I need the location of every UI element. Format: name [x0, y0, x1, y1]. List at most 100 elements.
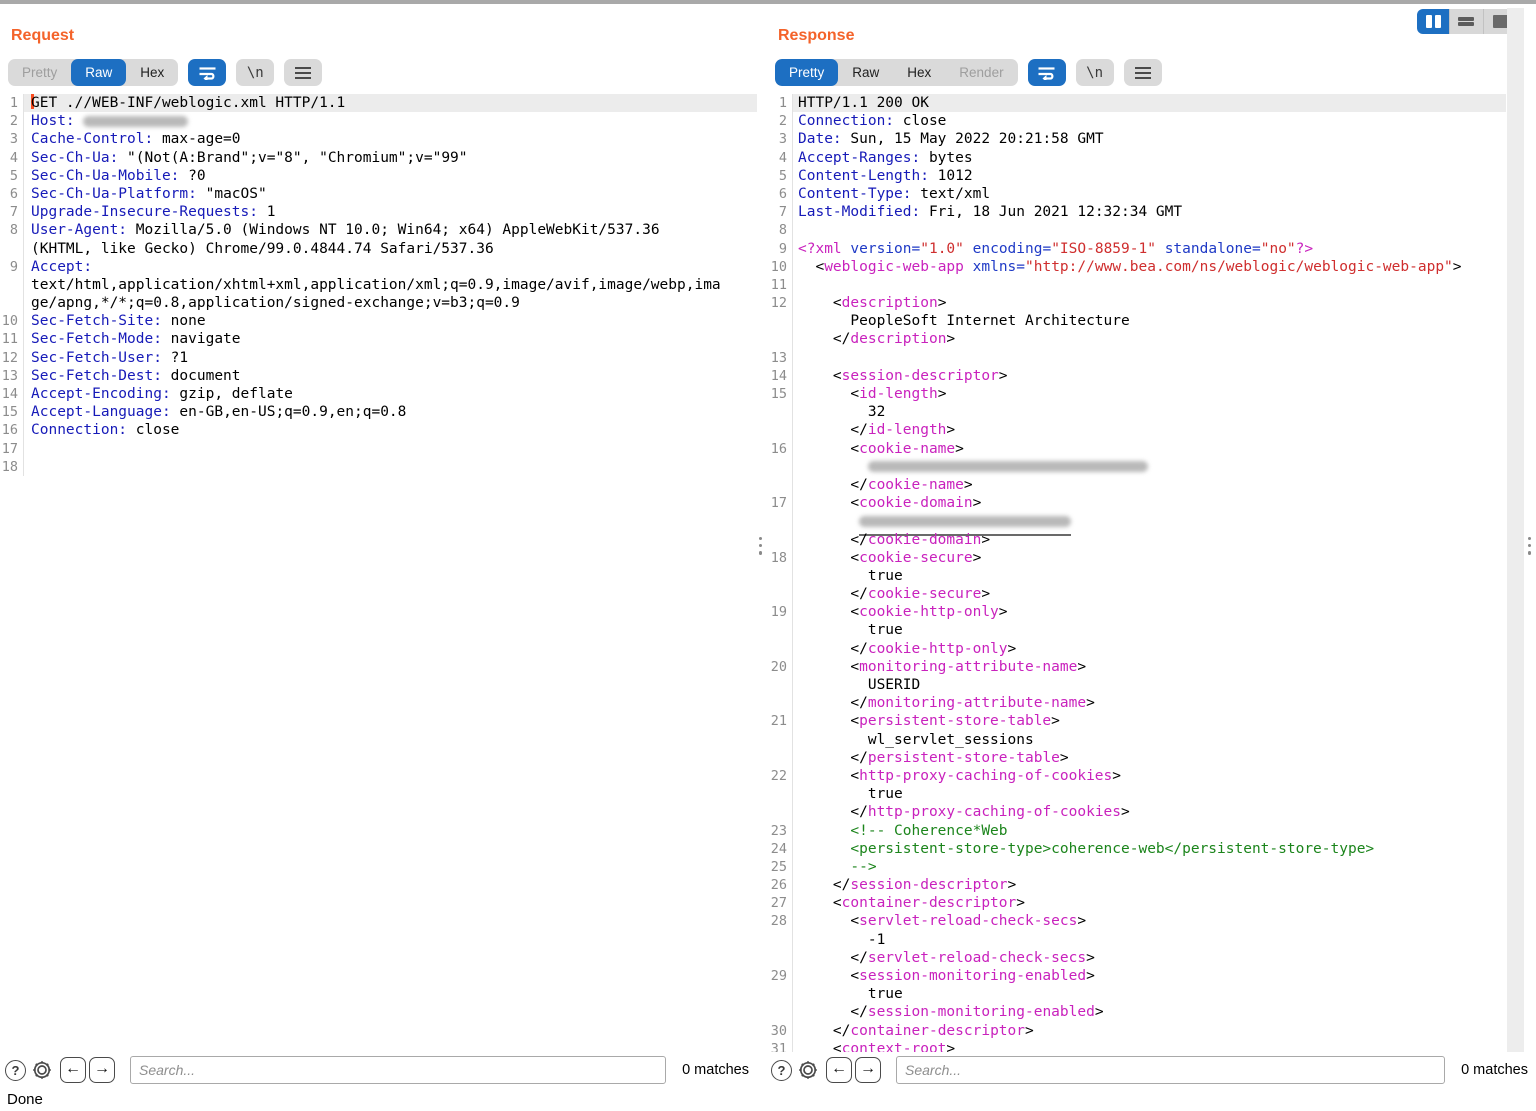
code-line[interactable]: <cookie-http-only>	[793, 603, 1506, 621]
settings-gear-icon[interactable]	[31, 1059, 53, 1081]
code-line[interactable]: <cookie-secure>	[793, 549, 1506, 567]
code-line[interactable]: </persistent-store-table>	[793, 749, 1506, 767]
code-line[interactable]: Cache-Control: max-age=0	[24, 130, 757, 148]
search-next-button[interactable]: →	[855, 1057, 881, 1083]
search-next-button[interactable]: →	[89, 1057, 115, 1083]
code-line[interactable]: -1	[793, 931, 1506, 949]
code-line[interactable]: PeopleSoft Internet Architecture	[793, 312, 1506, 330]
request-editor[interactable]: 1GET .//WEB-INF/weblogic.xml HTTP/1.12Ho…	[0, 94, 757, 1052]
panel-splitter-handle[interactable]	[759, 537, 762, 555]
code-line[interactable]: Sec-Fetch-Mode: navigate	[24, 330, 757, 348]
settings-gear-icon[interactable]	[797, 1059, 819, 1081]
code-line[interactable]: text/html,application/xhtml+xml,applicat…	[24, 276, 757, 294]
code-line[interactable]: Content-Type: text/xml	[793, 185, 1506, 203]
code-line[interactable]	[793, 221, 1506, 239]
code-line[interactable]: true	[793, 567, 1506, 585]
code-line[interactable]: true	[793, 985, 1506, 1003]
code-line[interactable]: Last-Modified: Fri, 18 Jun 2021 12:32:34…	[793, 203, 1506, 221]
code-line[interactable]: <!-- Coherence*Web	[793, 822, 1506, 840]
code-line[interactable]: <servlet-reload-check-secs>	[793, 912, 1506, 930]
code-line[interactable]: Sec-Ch-Ua-Platform: "macOS"	[24, 185, 757, 203]
code-line[interactable]: -->	[793, 858, 1506, 876]
code-line[interactable]: <container-descriptor>	[793, 894, 1506, 912]
code-line[interactable]: </cookie-name>	[793, 476, 1506, 494]
code-line[interactable]: <session-monitoring-enabled>	[793, 967, 1506, 985]
code-line[interactable]	[793, 458, 1506, 476]
code-line[interactable]: HTTP/1.1 200 OK	[793, 94, 1506, 112]
code-line[interactable]: Sec-Ch-Ua-Mobile: ?0	[24, 167, 757, 185]
code-line[interactable]: <persistent-store-type>coherence-web</pe…	[793, 840, 1506, 858]
code-line[interactable]: </cookie-secure>	[793, 585, 1506, 603]
code-line[interactable]: </session-monitoring-enabled>	[793, 1003, 1506, 1021]
code-line[interactable]: Sec-Fetch-User: ?1	[24, 349, 757, 367]
code-line[interactable]: <id-length>	[793, 385, 1506, 403]
search-input[interactable]	[896, 1056, 1445, 1084]
code-line[interactable]: <description>	[793, 294, 1506, 312]
code-line[interactable]: Sec-Ch-Ua: "(Not(A:Brand";v="8", "Chromi…	[24, 149, 757, 167]
code-line[interactable]	[793, 349, 1506, 367]
inspector-splitter-handle[interactable]	[1528, 537, 1531, 555]
tab-hex[interactable]: Hex	[893, 59, 945, 86]
code-line[interactable]: </cookie-domain>	[793, 531, 1506, 549]
code-line[interactable]: Host:	[24, 112, 757, 130]
code-line[interactable]: wl_servlet_sessions	[793, 731, 1506, 749]
tab-raw[interactable]: Raw	[71, 59, 126, 86]
show-newlines-button[interactable]: \n	[236, 59, 274, 86]
code-line[interactable]: (KHTML, like Gecko) Chrome/99.0.4844.74 …	[24, 240, 757, 258]
code-line[interactable]: Accept-Encoding: gzip, deflate	[24, 385, 757, 403]
response-editor[interactable]: 1HTTP/1.1 200 OK2Connection: close3Date:…	[765, 94, 1506, 1052]
code-line[interactable]: </servlet-reload-check-secs>	[793, 949, 1506, 967]
code-line[interactable]: </cookie-http-only>	[793, 640, 1506, 658]
layout-columns-icon[interactable]	[1417, 9, 1450, 34]
code-line[interactable]: Upgrade-Insecure-Requests: 1	[24, 203, 757, 221]
code-line[interactable]: </http-proxy-caching-of-cookies>	[793, 803, 1506, 821]
code-line[interactable]: <http-proxy-caching-of-cookies>	[793, 767, 1506, 785]
code-line[interactable]: Accept:	[24, 258, 757, 276]
code-line[interactable]: <weblogic-web-app xmlns="http://www.bea.…	[793, 258, 1506, 276]
code-line[interactable]: USERID	[793, 676, 1506, 694]
code-line[interactable]: <cookie-domain>	[793, 494, 1506, 512]
search-input[interactable]	[130, 1056, 666, 1084]
search-prev-button[interactable]: ←	[826, 1057, 852, 1083]
code-line[interactable]: true	[793, 785, 1506, 803]
search-prev-button[interactable]: ←	[60, 1057, 86, 1083]
code-line[interactable]	[24, 458, 757, 476]
code-line[interactable]	[793, 512, 1506, 530]
code-line[interactable]: Sec-Fetch-Site: none	[24, 312, 757, 330]
code-line[interactable]: <persistent-store-table>	[793, 712, 1506, 730]
code-line[interactable]: </container-descriptor>	[793, 1022, 1506, 1040]
wrap-lines-button[interactable]	[188, 59, 226, 86]
code-line[interactable]: ge/apng,*/*;q=0.8,application/signed-exc…	[24, 294, 757, 312]
code-line[interactable]: User-Agent: Mozilla/5.0 (Windows NT 10.0…	[24, 221, 757, 239]
code-line[interactable]: Connection: close	[793, 112, 1506, 130]
code-line[interactable]: </description>	[793, 330, 1506, 348]
tab-hex[interactable]: Hex	[126, 59, 178, 86]
code-line[interactable]: Connection: close	[24, 421, 757, 439]
code-line[interactable]: Content-Length: 1012	[793, 167, 1506, 185]
code-line[interactable]	[24, 440, 757, 458]
code-line[interactable]: GET .//WEB-INF/weblogic.xml HTTP/1.1	[24, 94, 757, 112]
wrap-lines-button[interactable]	[1028, 59, 1066, 86]
tab-pretty[interactable]: Pretty	[775, 59, 838, 86]
code-line[interactable]: Accept-Ranges: bytes	[793, 149, 1506, 167]
code-line[interactable]: </session-descriptor>	[793, 876, 1506, 894]
editor-menu-button[interactable]	[284, 59, 322, 86]
editor-menu-button[interactable]	[1124, 59, 1162, 86]
help-icon[interactable]: ?	[771, 1060, 792, 1081]
code-line[interactable]: </monitoring-attribute-name>	[793, 694, 1506, 712]
code-line[interactable]: Date: Sun, 15 May 2022 20:21:58 GMT	[793, 130, 1506, 148]
code-line[interactable]: </id-length>	[793, 421, 1506, 439]
code-line[interactable]: <session-descriptor>	[793, 367, 1506, 385]
code-line[interactable]: true	[793, 621, 1506, 639]
code-line[interactable]: Accept-Language: en-GB,en-US;q=0.9,en;q=…	[24, 403, 757, 421]
help-icon[interactable]: ?	[5, 1060, 26, 1081]
code-line[interactable]: <?xml version="1.0" encoding="ISO-8859-1…	[793, 240, 1506, 258]
code-line[interactable]	[793, 276, 1506, 294]
code-line[interactable]: 32	[793, 403, 1506, 421]
code-line[interactable]: <monitoring-attribute-name>	[793, 658, 1506, 676]
code-line[interactable]: <cookie-name>	[793, 440, 1506, 458]
layout-rows-icon[interactable]	[1450, 9, 1483, 34]
code-line[interactable]: Sec-Fetch-Dest: document	[24, 367, 757, 385]
show-newlines-button[interactable]: \n	[1076, 59, 1114, 86]
tab-raw[interactable]: Raw	[838, 59, 893, 86]
